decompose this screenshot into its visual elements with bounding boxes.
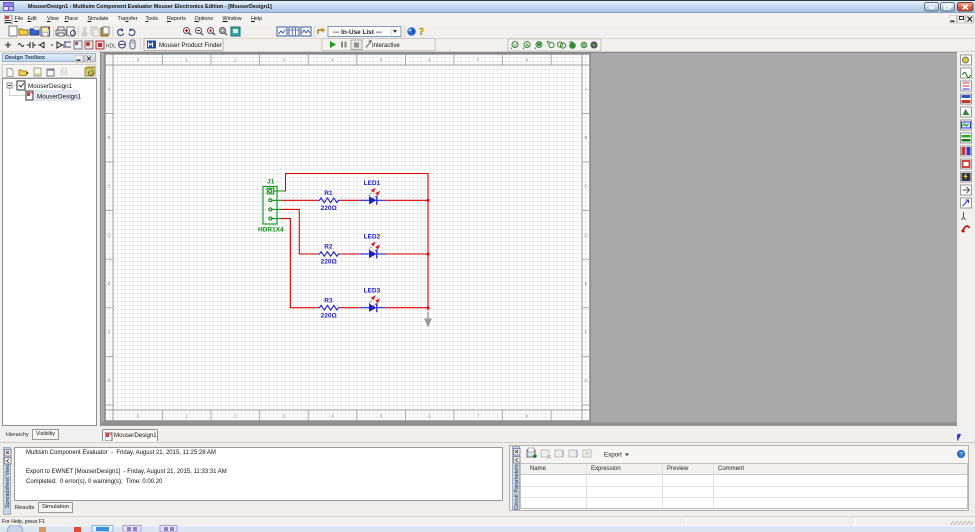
svg-text:MouserDesign1: MouserDesign1 [28, 83, 73, 90]
svg-text:?: ? [959, 452, 963, 459]
svg-text:*: * [52, 68, 54, 73]
svg-text:V: V [89, 71, 92, 76]
svg-text:R3: R3 [324, 297, 333, 304]
svg-text:G: G [107, 378, 111, 383]
svg-text:B: B [584, 135, 587, 140]
svg-text:220Ω: 220Ω [321, 205, 337, 212]
svg-text:V: V [513, 43, 517, 49]
svg-text:A: A [107, 87, 110, 92]
svg-text:HDL: HDL [106, 44, 116, 50]
svg-text:?: ? [419, 27, 424, 38]
svg-text:G: G [584, 378, 588, 383]
svg-text:F: F [108, 330, 111, 335]
svg-text:LED2: LED2 [364, 234, 381, 241]
svg-text:B: B [107, 135, 110, 140]
svg-text:A: A [525, 43, 529, 49]
svg-text:R1: R1 [324, 190, 333, 197]
svg-text:--- In-Use List ---: --- In-Use List --- [333, 29, 382, 36]
svg-text:Export: Export [604, 452, 622, 459]
svg-text:LED3: LED3 [364, 287, 381, 294]
svg-text:E: E [107, 281, 110, 286]
svg-text:Mouser Product Finder: Mouser Product Finder [159, 42, 222, 49]
svg-text:MouserDesign1: MouserDesign1 [37, 94, 82, 101]
svg-text:E: E [584, 281, 587, 286]
svg-text:R2: R2 [324, 244, 333, 251]
svg-text:F: F [585, 330, 588, 335]
svg-text:J1: J1 [267, 179, 275, 186]
svg-text:HDR1X4: HDR1X4 [258, 227, 284, 234]
svg-text:Interactive: Interactive [372, 43, 400, 49]
svg-text:LED1: LED1 [364, 180, 381, 187]
svg-text:220Ω: 220Ω [321, 259, 337, 266]
svg-text:A: A [584, 87, 587, 92]
svg-text:220Ω: 220Ω [321, 312, 337, 319]
